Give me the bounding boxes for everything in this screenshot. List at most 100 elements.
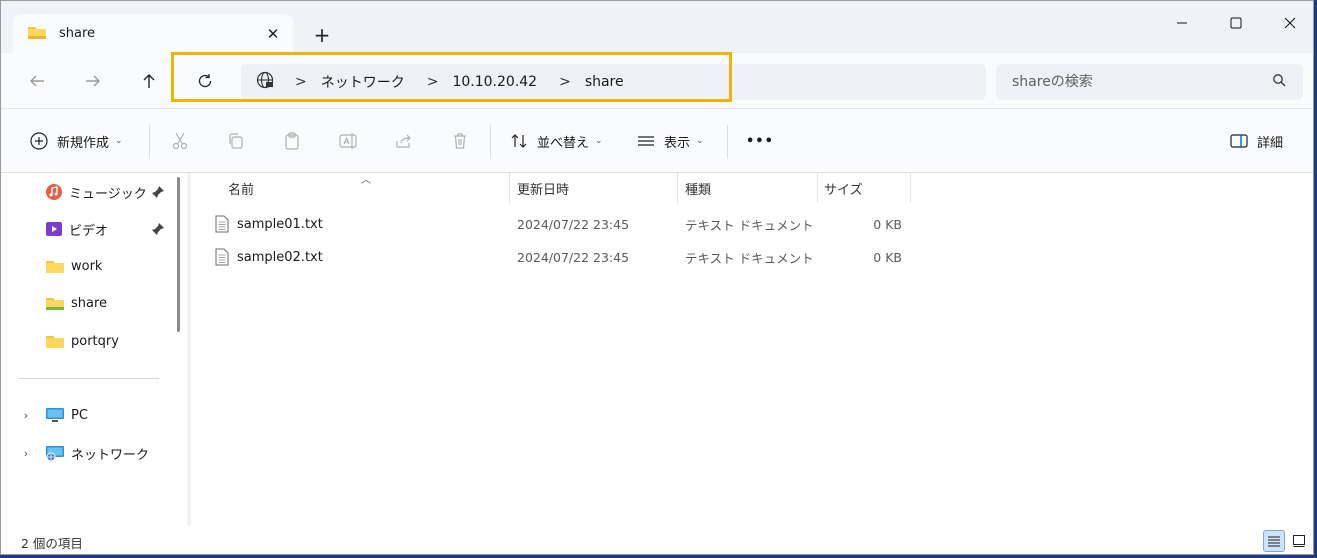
sidebar-item-pc[interactable]: PC: [45, 403, 88, 427]
breadcrumb-network[interactable]: ネットワーク: [321, 72, 405, 92]
column-header-name[interactable]: 名前: [228, 173, 254, 203]
file-row[interactable]: sample01.txt 2024/07/22 23:45 テキスト ドキュメン…: [213, 210, 913, 238]
address-bar[interactable]: > ネットワーク > 10.10.20.42 > share: [241, 64, 986, 100]
breadcrumb-host[interactable]: 10.10.20.42: [452, 74, 537, 90]
file-explorer-window: share ✕ + > ネットワーク > 10.10.20.42 > share…: [0, 0, 1314, 555]
search-icon[interactable]: [1272, 73, 1286, 91]
sidebar-item-label: share: [71, 295, 108, 311]
column-divider[interactable]: [677, 173, 678, 203]
breadcrumb-separator[interactable]: >: [427, 74, 439, 90]
globe-icon: [255, 70, 275, 94]
tab-title: share: [59, 26, 96, 41]
expand-network-chevron-icon[interactable]: ›: [19, 443, 33, 463]
column-divider[interactable]: [910, 173, 911, 203]
refresh-button[interactable]: [189, 65, 221, 97]
column-divider[interactable]: [817, 173, 818, 203]
file-type: テキスト ドキュメント: [685, 250, 814, 266]
column-divider[interactable]: [509, 173, 510, 203]
copy-button[interactable]: [222, 127, 250, 155]
tiles-view-button[interactable]: [1288, 530, 1310, 552]
sidebar-item-share[interactable]: share: [45, 291, 107, 315]
more-options-button[interactable]: •••: [746, 127, 774, 155]
sidebar-scrollbar[interactable]: [177, 177, 180, 332]
maximize-icon: [1230, 17, 1242, 29]
close-tab-icon[interactable]: ✕: [259, 20, 287, 48]
sidebar-item-work[interactable]: work: [45, 254, 102, 278]
paste-button[interactable]: [278, 127, 306, 155]
share-icon: [396, 134, 411, 148]
video-icon: [46, 222, 62, 236]
share-button[interactable]: [390, 127, 418, 155]
pc-icon: [46, 408, 64, 422]
trash-icon: [454, 133, 466, 149]
file-size: 0 KB: [873, 216, 902, 232]
chevron-down-icon: ⌄: [696, 136, 704, 146]
file-name: sample01.txt: [237, 216, 323, 232]
view-button[interactable]: 表示 ⌄: [636, 127, 704, 155]
close-window-button[interactable]: [1263, 1, 1313, 45]
arrow-left-icon: [30, 75, 44, 87]
details-pane-button[interactable]: 詳細: [1229, 127, 1283, 155]
breadcrumb-separator[interactable]: >: [559, 74, 571, 90]
new-button-label: 新規作成: [57, 135, 110, 151]
maximize-button[interactable]: [1209, 1, 1263, 45]
breadcrumb-separator[interactable]: >: [295, 74, 307, 90]
file-modified: 2024/07/22 23:45: [517, 216, 630, 232]
file-row[interactable]: sample02.txt 2024/07/22 23:45 テキスト ドキュメン…: [213, 243, 913, 271]
delete-button[interactable]: [446, 127, 474, 155]
divider: [19, 378, 159, 379]
file-list: 名前 ︿ 更新日時 種類 サイズ sample01.txt 2024/07/22…: [191, 173, 1313, 526]
tiles-view-icon: [1293, 535, 1305, 547]
rename-icon: [339, 133, 357, 149]
sidebar-item-label: ネットワーク: [71, 447, 150, 463]
rename-button[interactable]: [334, 127, 362, 155]
sidebar-item-music[interactable]: ミュージック: [45, 180, 147, 204]
file-size: 0 KB: [873, 249, 902, 265]
details-view-button[interactable]: [1263, 530, 1285, 552]
add-circle-icon: [30, 132, 48, 150]
breadcrumb-share[interactable]: share: [585, 74, 624, 90]
navigation-pane: ミュージック ビデオ work share portqry › PC › ネット…: [1, 173, 187, 526]
arrow-right-icon: [86, 75, 100, 87]
folder-icon: [27, 24, 47, 44]
sidebar-item-network[interactable]: ネットワーク: [45, 441, 149, 465]
search-input[interactable]: [996, 64, 1303, 100]
view-button-label: 表示: [664, 135, 691, 151]
sidebar-item-video[interactable]: ビデオ: [45, 217, 108, 241]
item-count: 2 個の項目: [21, 536, 83, 551]
pin-icon[interactable]: [151, 185, 165, 199]
sort-button-label: 並べ替え: [537, 135, 590, 151]
tab-share[interactable]: share ✕: [13, 14, 293, 53]
cut-button[interactable]: [166, 127, 194, 155]
navigation-bar: > ネットワーク > 10.10.20.42 > share: [1, 53, 1313, 108]
sort-button[interactable]: 並べ替え ⌄: [509, 127, 603, 155]
expand-pc-chevron-icon[interactable]: ›: [19, 405, 33, 425]
close-icon: [1284, 17, 1296, 29]
clipboard-icon: [285, 132, 299, 150]
column-header-size[interactable]: サイズ: [824, 173, 863, 203]
sidebar-item-portqry[interactable]: portqry: [45, 329, 119, 353]
column-header-type[interactable]: 種類: [685, 173, 711, 203]
command-bar: 新規作成 ⌄ 並べ替え ⌄ 表示 ⌄ ••• 詳細: [1, 108, 1313, 173]
up-button[interactable]: [133, 65, 165, 97]
forward-button[interactable]: [77, 65, 109, 97]
details-pane-label: 詳細: [1257, 135, 1284, 151]
network-icon: [46, 446, 64, 462]
refresh-icon: [198, 74, 212, 88]
details-view-icon: [1268, 536, 1280, 547]
minimize-button[interactable]: [1155, 1, 1209, 45]
divider: [490, 125, 491, 159]
sidebar-item-label: PC: [71, 407, 88, 423]
folder-icon: [46, 298, 64, 310]
divider: [149, 125, 150, 159]
back-button[interactable]: [21, 65, 53, 97]
list-view-icon: [638, 136, 654, 146]
new-tab-button[interactable]: +: [308, 21, 336, 49]
folder-icon: [46, 261, 64, 273]
column-header-modified[interactable]: 更新日時: [517, 173, 569, 203]
pin-icon[interactable]: [151, 222, 165, 236]
text-file-icon: [215, 243, 229, 271]
breadcrumb: > ネットワーク > 10.10.20.42 > share: [241, 64, 624, 100]
file-modified: 2024/07/22 23:45: [517, 249, 630, 265]
new-button[interactable]: 新規作成 ⌄: [29, 127, 123, 155]
